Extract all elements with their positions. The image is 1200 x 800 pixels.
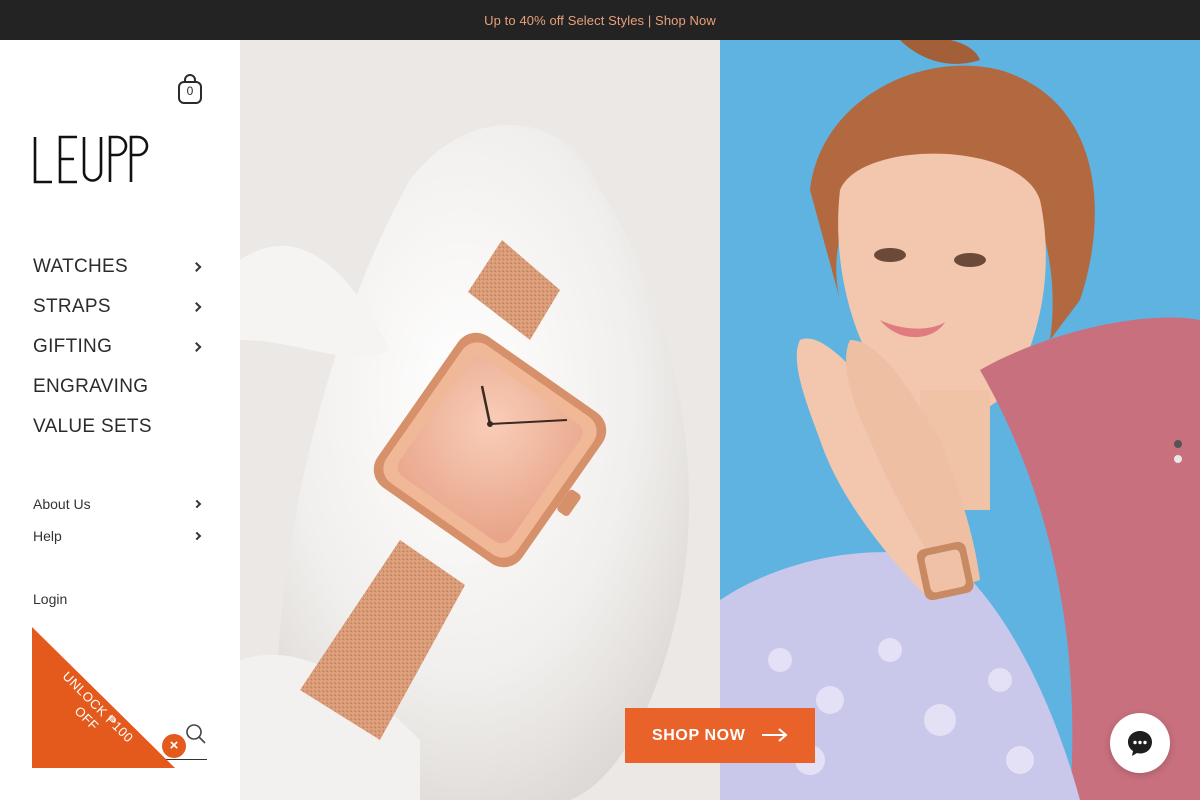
nav-item-watches[interactable]: WATCHES: [33, 247, 208, 287]
nav-item-straps[interactable]: STRAPS: [33, 287, 208, 327]
login-link[interactable]: Login: [33, 591, 67, 607]
sidebar: 0 WATCHES STRAPS GIFTING ENGRAVING VALUE…: [0, 40, 240, 800]
shop-now-button[interactable]: SHOP NOW: [625, 708, 815, 763]
announcement-bar: Up to 40% off Select Styles | Shop Now: [0, 0, 1200, 40]
cart-button[interactable]: 0: [176, 73, 204, 105]
chevron-right-icon: [192, 499, 202, 509]
search-icon[interactable]: [184, 722, 208, 746]
brand-logo[interactable]: [33, 135, 151, 185]
nav-item-label: ENGRAVING: [33, 376, 149, 397]
slide-dot[interactable]: [1174, 455, 1182, 463]
nav-item-label: VALUE SETS: [33, 416, 152, 437]
nav-item-about-us[interactable]: About Us: [33, 488, 208, 520]
nav-item-label: GIFTING: [33, 336, 113, 357]
hero-image-model: [720, 40, 1200, 800]
nav-item-value-sets[interactable]: VALUE SETS: [33, 407, 208, 447]
shop-now-label: SHOP NOW: [652, 726, 746, 744]
announcement-link[interactable]: Up to 40% off Select Styles | Shop Now: [484, 13, 716, 28]
hero-slideshow: SHOP NOW: [240, 40, 1200, 800]
nav-item-gifting[interactable]: GIFTING: [33, 327, 208, 367]
nav-item-engraving[interactable]: ENGRAVING: [33, 367, 208, 407]
nav-item-label: WATCHES: [33, 256, 128, 277]
chevron-right-icon: [191, 262, 202, 272]
model-lifestyle-image: [720, 40, 1200, 800]
chat-button[interactable]: [1110, 713, 1170, 773]
promo-ribbon[interactable]: UNLOCK ₱100 OFF: [32, 627, 175, 768]
nav-item-label: About Us: [33, 496, 91, 512]
watch-product-image: [240, 40, 720, 800]
chevron-right-icon: [191, 342, 202, 352]
nav-item-help[interactable]: Help: [33, 520, 208, 552]
chevron-right-icon: [192, 531, 202, 541]
nav-item-label: STRAPS: [33, 296, 111, 317]
chat-icon: [1128, 731, 1152, 756]
nav-item-label: Help: [33, 528, 62, 544]
chevron-right-icon: [191, 302, 202, 312]
slide-dot[interactable]: [1174, 440, 1182, 448]
cart-count: 0: [186, 84, 194, 98]
close-icon[interactable]: ×: [162, 734, 186, 758]
arrow-right-icon: [762, 728, 788, 742]
secondary-nav: About Us Help: [33, 488, 208, 552]
main-nav: WATCHES STRAPS GIFTING ENGRAVING VALUE S…: [33, 247, 208, 447]
hero-image-watch: [240, 40, 720, 800]
slide-indicators: [1174, 440, 1184, 470]
